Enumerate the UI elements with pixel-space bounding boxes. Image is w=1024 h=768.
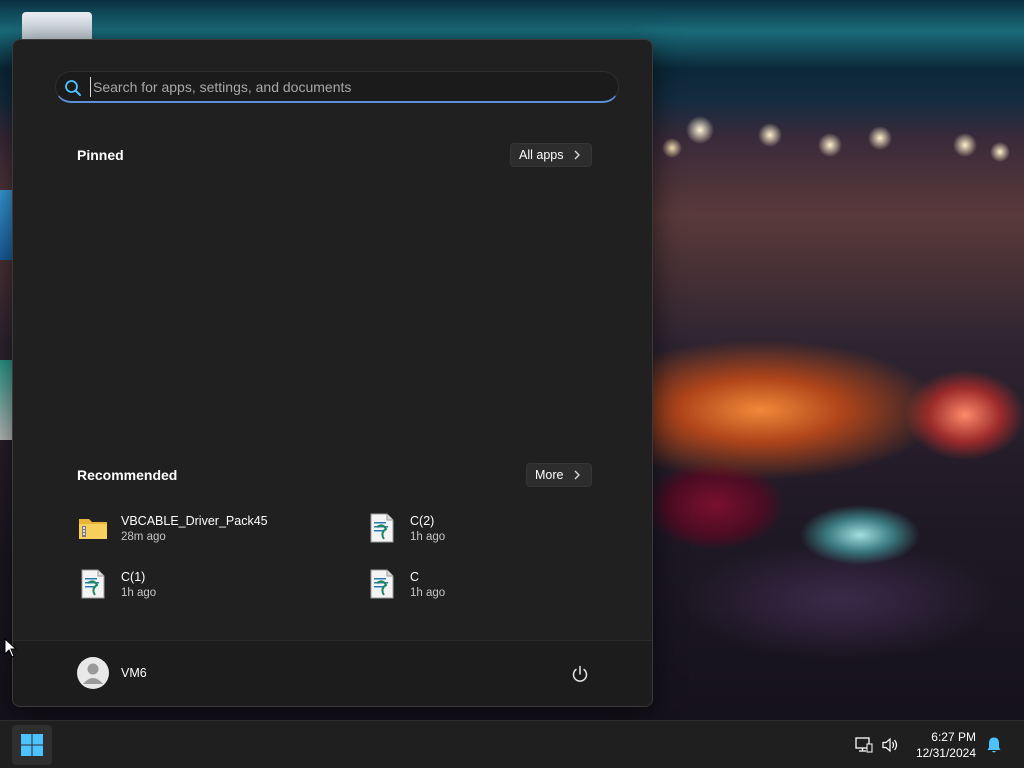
- taskbar: 6:27 PM 12/31/2024: [0, 720, 1024, 768]
- desktop-icon-fragment[interactable]: [0, 360, 12, 440]
- recommended-item-time: 1h ago: [121, 586, 157, 599]
- clock-date: 12/31/2024: [915, 746, 976, 760]
- clock-time: 6:27 PM: [931, 730, 976, 744]
- search-input[interactable]: [90, 77, 600, 97]
- recommended-item[interactable]: C(1) 1h ago: [77, 562, 337, 606]
- recommended-item-name: VBCABLE_Driver_Pack45: [121, 513, 268, 528]
- windows-logo-icon: [21, 734, 43, 756]
- desktop-icon-recycle-bin[interactable]: [22, 12, 92, 42]
- search-box[interactable]: [55, 71, 619, 103]
- recommended-item-time: 28m ago: [121, 530, 166, 543]
- notification-bell-icon[interactable]: [984, 735, 1004, 755]
- system-tray: 6:27 PM 12/31/2024: [854, 721, 1010, 768]
- recommended-item-time: 1h ago: [410, 586, 446, 599]
- user-account-button[interactable]: VM6: [77, 657, 147, 689]
- text-file-icon: [366, 512, 398, 544]
- recommended-item-name: C: [410, 569, 420, 584]
- recommended-title: Recommended: [77, 467, 178, 483]
- all-apps-label: All apps: [519, 148, 564, 162]
- clock[interactable]: 6:27 PM 12/31/2024: [916, 729, 976, 761]
- chevron-right-icon: [573, 469, 581, 482]
- text-file-icon: [77, 568, 109, 600]
- pinned-title: Pinned: [77, 147, 124, 163]
- search-icon: [64, 79, 82, 97]
- zip-folder-icon: [77, 512, 109, 544]
- all-apps-button[interactable]: All apps: [510, 143, 593, 167]
- recommended-item[interactable]: C 1h ago: [366, 562, 626, 606]
- volume-icon[interactable]: [880, 735, 900, 755]
- recommended-item-time: 1h ago: [410, 530, 446, 543]
- start-menu: Pinned All apps Recommended More VBCABLE…: [12, 39, 653, 707]
- user-icon: [83, 663, 103, 684]
- user-name: VM6: [121, 666, 147, 680]
- recommended-item-name: C(1): [121, 569, 146, 584]
- network-icon[interactable]: [854, 735, 874, 755]
- start-button[interactable]: [12, 725, 52, 765]
- mouse-cursor-icon: [4, 637, 18, 663]
- recommended-item[interactable]: VBCABLE_Driver_Pack45 28m ago: [77, 506, 337, 550]
- text-file-icon: [366, 568, 398, 600]
- start-menu-footer: VM6: [13, 640, 652, 706]
- more-button[interactable]: More: [526, 463, 593, 487]
- desktop-icon-fragment[interactable]: [0, 190, 12, 260]
- recommended-item-name: C(2): [410, 513, 435, 528]
- power-icon: [572, 665, 588, 682]
- recommended-item[interactable]: C(2) 1h ago: [366, 506, 626, 550]
- avatar: [77, 657, 109, 689]
- chevron-right-icon: [573, 149, 581, 162]
- more-label: More: [535, 468, 564, 482]
- power-button[interactable]: [569, 663, 591, 685]
